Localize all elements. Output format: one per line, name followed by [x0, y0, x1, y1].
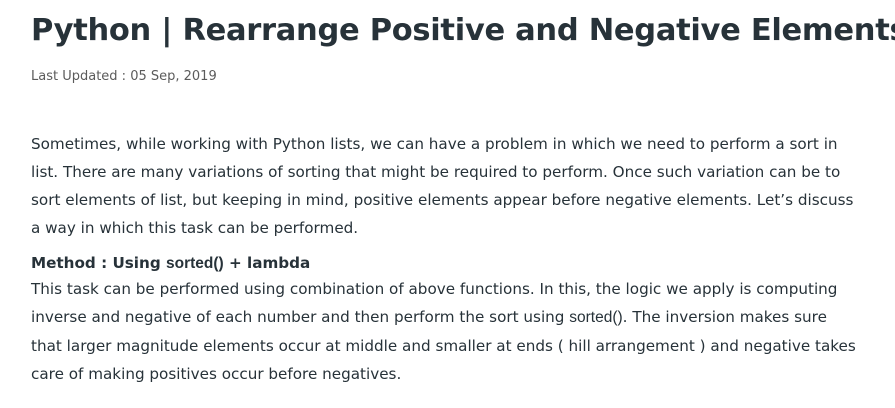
method-heading-prefix: Method : Using — [31, 254, 166, 272]
article-title: Python | Rearrange Positive and Negative… — [31, 13, 895, 48]
method-heading-suffix: + lambda — [223, 254, 311, 272]
method-heading: Method : Using sorted() + lambda — [31, 252, 861, 275]
intro-paragraph: Sometimes, while working with Python lis… — [31, 135, 854, 237]
method-inline-code: sorted() — [569, 309, 623, 326]
last-updated-date: Last Updated : 05 Sep, 2019 — [31, 69, 217, 84]
method-paragraph: This task can be performed using combina… — [31, 275, 861, 388]
article-body: Sometimes, while working with Python lis… — [31, 130, 861, 388]
method-heading-code: sorted() — [166, 255, 224, 272]
